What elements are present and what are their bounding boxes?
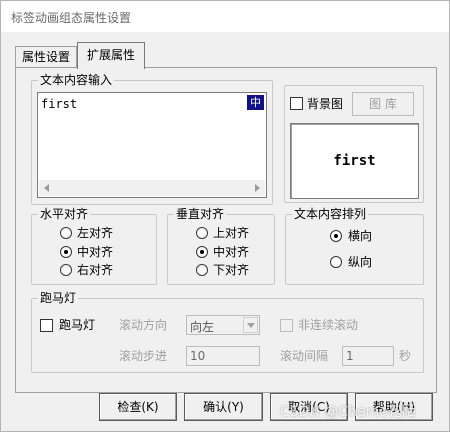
dialog-window: 标签动画组态属性设置 属性设置 扩展属性 文本内容输入 first 中 背景图 …	[0, 0, 450, 432]
label-align-left: 左对齐	[77, 226, 114, 240]
text-content-textarea[interactable]: first 中	[37, 92, 267, 198]
background-image-checkbox[interactable]	[290, 97, 303, 110]
radio-align-middle[interactable]	[196, 246, 208, 258]
radio-align-top[interactable]	[196, 227, 208, 239]
radio-layout-vertical[interactable]	[330, 256, 342, 268]
text-input-group-legend: 文本内容输入	[40, 73, 113, 87]
ime-indicator-icon: 中	[247, 95, 264, 110]
label-align-bottom: 下对齐	[213, 263, 250, 277]
radio-align-center[interactable]	[60, 246, 72, 258]
radio-align-bottom[interactable]	[196, 264, 208, 276]
tab-extended-properties[interactable]: 扩展属性	[77, 42, 145, 69]
scroll-direction-label: 滚动方向	[119, 318, 168, 332]
noncontinuous-scroll-checkbox[interactable]	[280, 319, 293, 332]
text-layout-legend: 文本内容排列	[294, 207, 367, 221]
scroll-interval-label: 滚动间隔	[280, 349, 329, 363]
label-layout-horizontal: 横向	[348, 229, 373, 243]
label-align-center: 中对齐	[77, 245, 114, 259]
scroll-left-arrow-icon[interactable]	[44, 184, 49, 192]
tab-property-settings[interactable]: 属性设置	[15, 46, 77, 67]
watermark-text: CSDN @Chemo花陌	[280, 404, 416, 420]
preview-text: first	[333, 153, 376, 169]
label-align-right: 右对齐	[77, 263, 114, 277]
scroll-right-arrow-icon[interactable]	[255, 184, 260, 192]
title-bar[interactable]: 标签动画组态属性设置	[1, 1, 449, 32]
scroll-direction-select[interactable]: 向左	[186, 315, 260, 335]
text-preview-box: first	[290, 123, 419, 199]
marquee-checkbox[interactable]	[40, 319, 53, 332]
horizontal-align-legend: 水平对齐	[40, 207, 89, 221]
marquee-legend: 跑马灯	[40, 291, 77, 305]
horizontal-scrollbar[interactable]	[39, 180, 265, 196]
label-layout-vertical: 纵向	[348, 255, 373, 269]
scroll-step-input[interactable]: 10	[186, 346, 260, 366]
scroll-interval-input[interactable]: 1	[342, 346, 394, 366]
background-image-label: 背景图	[307, 97, 344, 111]
chevron-down-icon[interactable]	[243, 317, 258, 333]
scroll-interval-unit: 秒	[399, 349, 412, 363]
text-content-value: first	[41, 97, 78, 111]
marquee-checkbox-label: 跑马灯	[59, 318, 96, 332]
vertical-align-legend: 垂直对齐	[176, 207, 225, 221]
confirm-button[interactable]: 确认(Y)	[184, 393, 263, 421]
text-layout-group: 文本内容排列	[285, 207, 424, 285]
label-align-top: 上对齐	[213, 226, 250, 240]
noncontinuous-scroll-label: 非连续滚动	[298, 318, 359, 332]
radio-layout-horizontal[interactable]	[330, 230, 342, 242]
scroll-direction-value: 向左	[190, 320, 215, 334]
gallery-button[interactable]: 图 库	[352, 92, 414, 116]
radio-align-right[interactable]	[60, 264, 72, 276]
label-align-middle: 中对齐	[213, 245, 250, 259]
window-title: 标签动画组态属性设置	[11, 11, 132, 25]
check-button[interactable]: 检查(K)	[99, 393, 177, 421]
radio-align-left[interactable]	[60, 227, 72, 239]
scroll-step-label: 滚动步进	[119, 349, 168, 363]
